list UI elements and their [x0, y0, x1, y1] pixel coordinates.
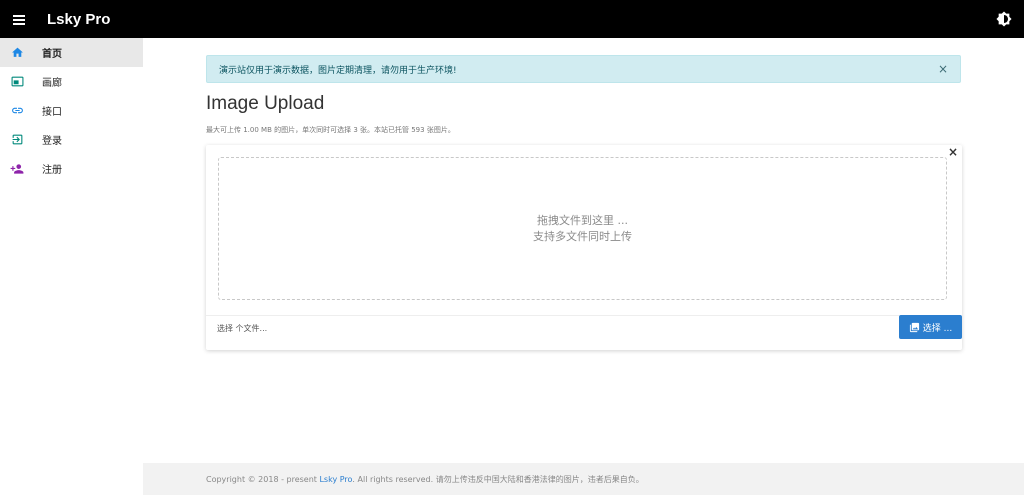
copyright-prefix: Copyright © 2018 - present — [206, 474, 317, 484]
app-brand[interactable]: Lsky Pro — [47, 11, 110, 28]
images-icon — [909, 322, 919, 332]
sidebar-item-label: 接口 — [42, 107, 62, 118]
sidebar-item-label: 注册 — [42, 165, 62, 176]
sidebar: 首页 画廊 接口 登录 注册 — [0, 38, 143, 463]
top-app-bar: Lsky Pro — [0, 0, 1024, 38]
page-title: Image Upload — [206, 93, 325, 114]
upload-limits-text: 最大可上传 1.00 MB 的图片，单次同时可选择 3 张。本站已托管 593 … — [206, 126, 455, 134]
browse-button[interactable]: 选择 ... — [899, 315, 962, 339]
footer: Copyright © 2018 - present Lsky Pro. All… — [143, 463, 1024, 495]
upload-card: × 拖拽文件到这里 ... 支持多文件同时上传 选择 个文件... 选择 ... — [206, 145, 962, 350]
file-dropzone[interactable]: 拖拽文件到这里 ... 支持多文件同时上传 — [218, 157, 947, 300]
brightness-icon[interactable] — [996, 11, 1012, 27]
brand-link[interactable]: Lsky Pro — [319, 475, 352, 484]
sidebar-item-gallery[interactable]: 画廊 — [0, 67, 143, 96]
demo-alert: 演示站仅用于演示数据，图片定期清理，请勿用于生产环境! × — [206, 55, 961, 83]
sidebar-item-label: 画廊 — [42, 78, 62, 89]
close-icon[interactable]: × — [938, 63, 948, 75]
sidebar-item-label: 首页 — [42, 49, 62, 60]
alert-text: 演示站仅用于演示数据，图片定期清理，请勿用于生产环境! — [219, 65, 457, 76]
sidebar-item-register[interactable]: 注册 — [0, 154, 143, 183]
sidebar-item-login[interactable]: 登录 — [0, 125, 143, 154]
sidebar-item-home[interactable]: 首页 — [0, 38, 143, 67]
login-icon — [0, 133, 34, 146]
close-icon[interactable]: × — [948, 146, 958, 158]
sidebar-item-label: 登录 — [42, 136, 62, 147]
file-caption-input[interactable]: 选择 个文件... — [206, 315, 899, 340]
file-input-row: 选择 个文件... 选择 ... — [206, 315, 962, 340]
sidebar-item-api[interactable]: 接口 — [0, 96, 143, 125]
copyright-suffix: . All rights reserved. 请勿上传违反中国大陆和香港法律的图… — [352, 474, 644, 484]
hamburger-menu-icon[interactable] — [0, 0, 38, 38]
gallery-icon — [0, 75, 34, 88]
link-icon — [0, 104, 34, 117]
home-icon — [0, 46, 34, 59]
browse-label: 选择 ... — [922, 323, 953, 334]
drop-hint: 拖拽文件到这里 ... — [537, 213, 628, 227]
add-user-icon — [0, 162, 34, 176]
drop-hint-multi: 支持多文件同时上传 — [533, 229, 632, 243]
